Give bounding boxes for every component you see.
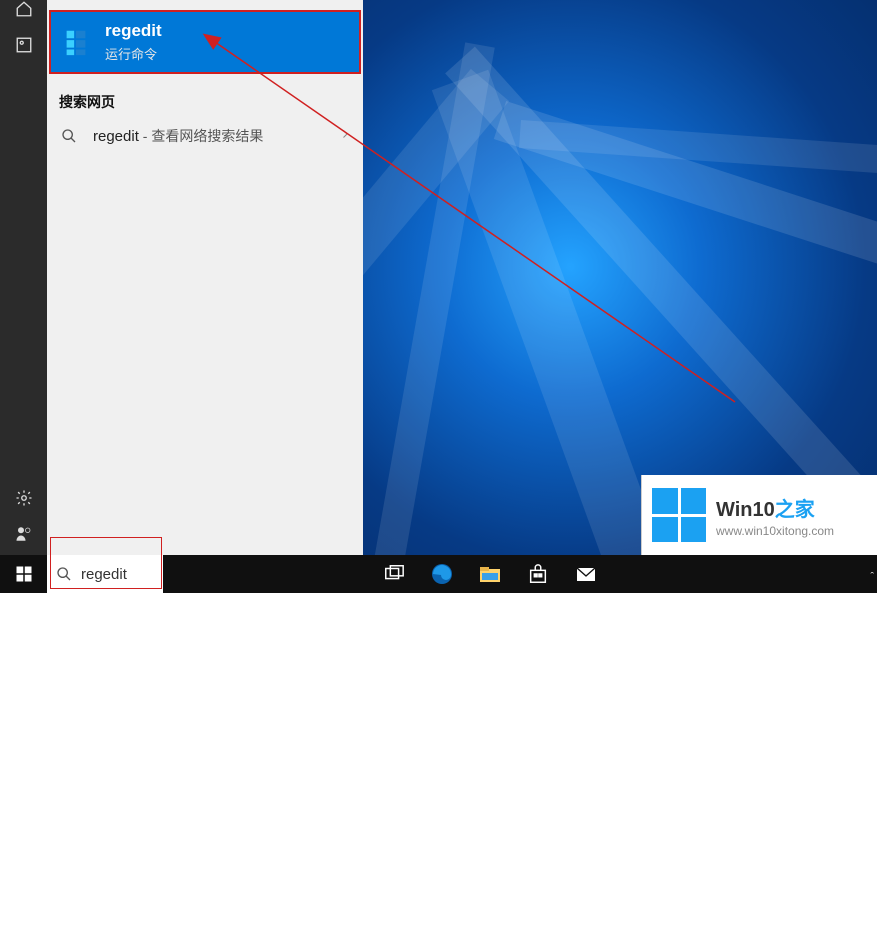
best-match-title: regedit [105, 21, 162, 41]
watermark: Win10之家 www.win10xitong.com [641, 475, 877, 555]
search-box[interactable] [47, 555, 163, 593]
search-rail [0, 0, 47, 555]
file-explorer-icon[interactable] [477, 561, 503, 587]
task-view-icon[interactable] [381, 561, 407, 587]
home-icon[interactable] [15, 0, 33, 18]
search-icon [47, 566, 81, 582]
chevron-right-icon [339, 127, 351, 145]
feedback-icon[interactable] [15, 525, 33, 543]
settings-icon[interactable] [15, 489, 33, 507]
search-panel: 最佳匹配 regedit 运行命令 搜索网页 regedit - 查看网络搜索结… [47, 0, 363, 555]
watermark-title-suffix: 之家 [775, 499, 815, 521]
web-result-suffix: - 查看网络搜索结果 [139, 128, 263, 144]
tray-chevron-icon[interactable]: ˆ [870, 571, 874, 583]
edge-icon[interactable] [429, 561, 455, 587]
watermark-title-main: Win10 [716, 499, 775, 521]
web-search-result[interactable]: regedit - 查看网络搜索结果 [47, 116, 363, 156]
web-header: 搜索网页 [47, 84, 363, 116]
gallery-icon[interactable] [15, 36, 33, 54]
mail-icon[interactable] [573, 561, 599, 587]
best-match-subtitle: 运行命令 [105, 44, 162, 63]
store-icon[interactable] [525, 561, 551, 587]
start-button[interactable] [0, 555, 47, 593]
decorative-ray [432, 70, 762, 842]
search-input[interactable] [81, 566, 153, 583]
search-icon [59, 128, 79, 144]
decorative-ray [519, 120, 877, 211]
watermark-url: www.win10xitong.com [716, 524, 834, 538]
regedit-icon [61, 27, 91, 57]
taskbar [0, 555, 877, 593]
web-result-title: regedit [93, 128, 139, 145]
watermark-logo-icon [652, 488, 706, 542]
best-match-result[interactable]: regedit 运行命令 [49, 10, 361, 74]
